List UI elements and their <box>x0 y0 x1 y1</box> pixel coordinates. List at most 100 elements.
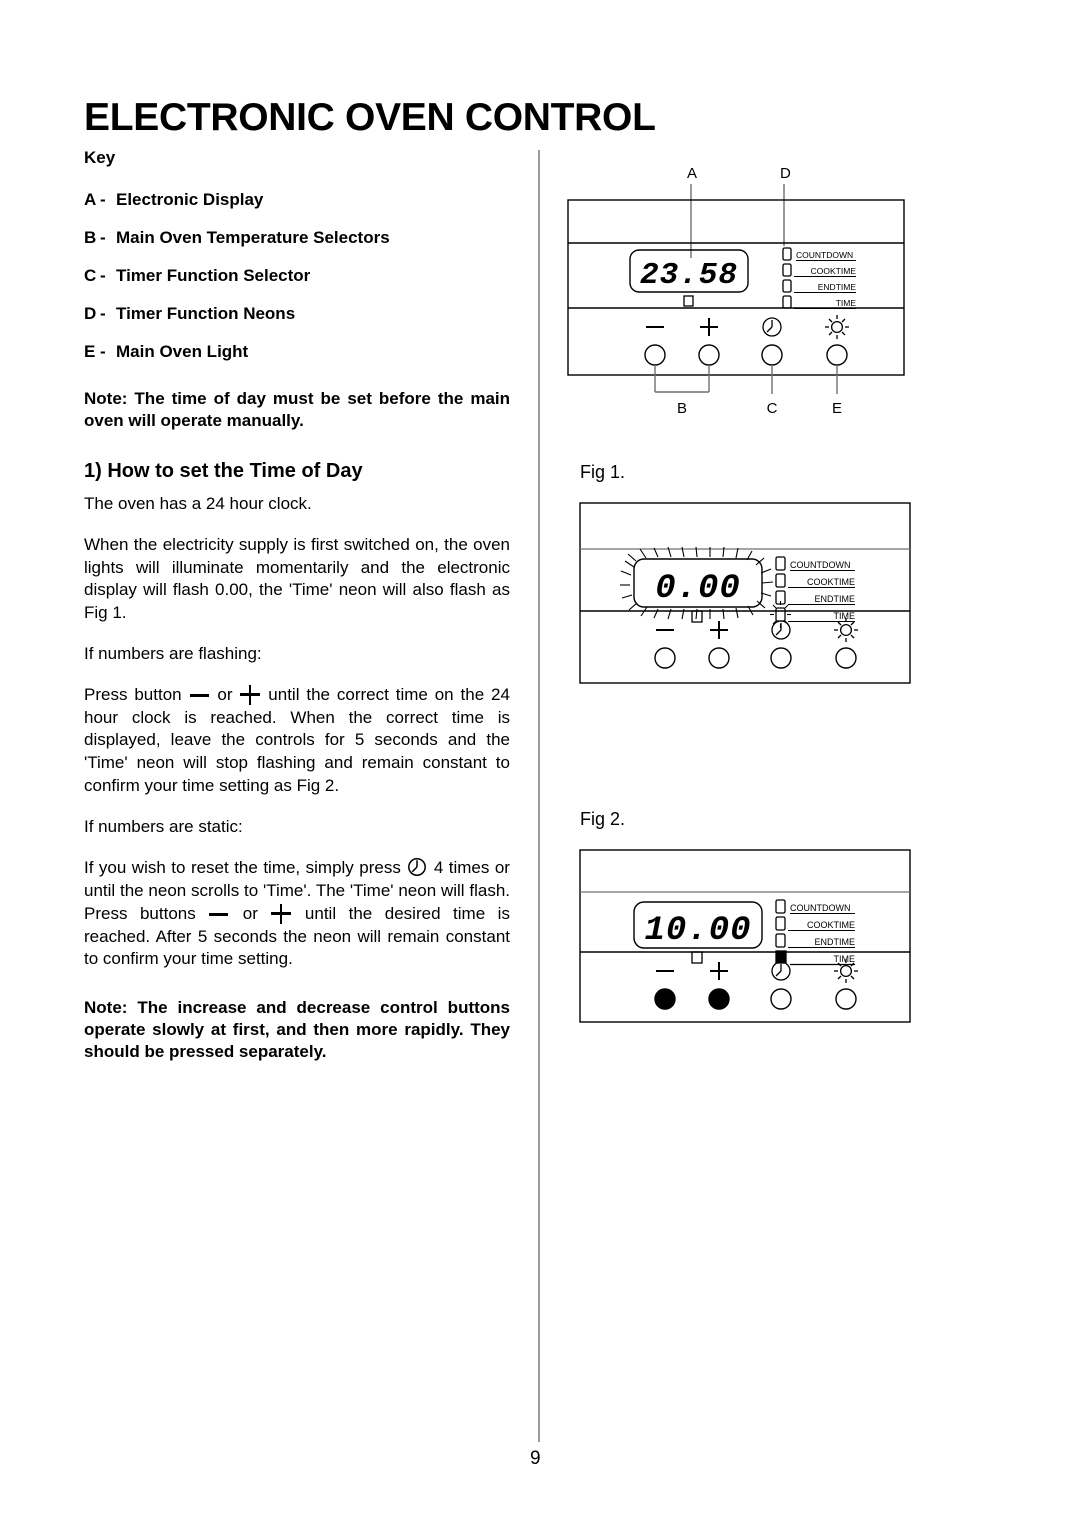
button-plus-pressed <box>708 988 730 1010</box>
neon-box-countdown <box>775 556 786 571</box>
figure-key-diagram: A D 23.58 COUNTDOWN COOKTIME ENDTIME TIM… <box>560 160 1060 430</box>
clock-icon <box>771 620 791 640</box>
neon-box-cooktime <box>775 916 786 931</box>
page-number: 9 <box>530 1448 541 1469</box>
key-label-d: Timer Function Neons <box>116 304 296 323</box>
plus-icon <box>239 685 261 706</box>
neon-label-endtime: ENDTIME <box>818 282 857 292</box>
page-title: ELECTRONIC OVEN CONTROL <box>84 96 656 139</box>
figure-1: 0.00 COUNTDOWN COOKTIME ENDTIME TIME <box>578 501 1060 691</box>
neon-label-countdown: COUNTDOWN <box>790 560 851 570</box>
minus-icon-2 <box>208 907 230 921</box>
callout-label-b: B <box>677 400 687 417</box>
key-diagram-svg: A D 23.58 COUNTDOWN COOKTIME ENDTIME TIM… <box>567 165 905 417</box>
key-dash-e: - <box>100 342 106 361</box>
figure-1-caption: Fig 1. <box>580 462 626 482</box>
flashing-text-or: or <box>217 684 233 704</box>
button-plus <box>708 647 730 669</box>
flashing-text-a: Press button <box>84 684 182 704</box>
neon-box-time-active <box>775 950 787 964</box>
button-minus <box>644 344 666 366</box>
key-item-b: B - Main Oven Temperature Selectors <box>84 228 510 248</box>
display-under-neon <box>691 951 703 964</box>
button-minus-pressed <box>654 988 676 1010</box>
callout-label-e: E <box>832 400 842 417</box>
button-timer <box>770 988 792 1010</box>
key-label-c: Timer Function Selector <box>116 266 311 285</box>
key-dash-b: - <box>100 228 106 247</box>
paragraph-numbers-static: If you wish to reset the time, simply pr… <box>84 856 510 971</box>
display-value: 23.58 <box>640 258 738 293</box>
neon-box-countdown <box>775 899 786 914</box>
figure-2-caption: Fig 2. <box>580 809 626 829</box>
key-dash-a: - <box>100 190 106 209</box>
button-plus <box>698 344 720 366</box>
static-text-or: or <box>242 903 258 923</box>
key-letter-d: D <box>84 304 97 323</box>
left-column: Key A - Electronic Display B - Main Oven Tem… <box>84 148 510 1063</box>
neon-label-countdown: COUNTDOWN <box>790 903 851 913</box>
button-light <box>835 988 857 1010</box>
neon-label-time: TIME <box>834 954 856 964</box>
figure-1-svg: 0.00 COUNTDOWN COOKTIME ENDTIME TIME <box>579 502 911 684</box>
key-heading: Key <box>84 148 116 167</box>
display-under-neon <box>683 295 694 307</box>
neon-box-cooktime <box>775 573 786 588</box>
callout-label-a: A <box>687 165 697 182</box>
figure-2: 10.00 COUNTDOWN COOKTIME ENDTIME TIME <box>578 848 1060 1028</box>
button-minus <box>654 647 676 669</box>
button-light <box>835 647 857 669</box>
key-dash-d: - <box>100 304 106 323</box>
button-timer <box>761 344 783 366</box>
callout-label-d: D <box>780 165 791 182</box>
key-item-a: A - Electronic Display <box>84 190 510 210</box>
light-icon <box>825 315 849 339</box>
neon-label-time: TIME <box>836 298 857 308</box>
clock-icon <box>406 856 428 878</box>
page: ELECTRONIC OVEN CONTROL Key A - Electronic… <box>0 0 1080 1528</box>
column-divider <box>538 150 540 1442</box>
neon-label-cooktime: COOKTIME <box>807 577 855 587</box>
key-letter-a: A <box>84 190 97 209</box>
minus-icon <box>189 688 211 702</box>
paragraph-first-switch-on: When the electricity supply is first swi… <box>84 534 510 623</box>
clock-icon <box>771 961 791 981</box>
key-item-e: E - Main Oven Light <box>84 342 510 362</box>
callout-label-c: C <box>767 400 778 417</box>
static-press-count: 4 <box>433 858 444 878</box>
paragraph-clock-type: The oven has a 24 hour clock. <box>84 494 312 514</box>
neon-label-countdown: COUNTDOWN <box>796 250 853 260</box>
key-item-c: C - Timer Function Selector <box>84 266 510 286</box>
key-letter-b: B <box>84 228 97 247</box>
neon-box-time <box>782 295 792 309</box>
subheading-numbers-flashing: If numbers are flashing: <box>84 644 262 664</box>
section-heading-set-time: 1) How to set the Time of Day <box>84 460 363 483</box>
key-label-e: Main Oven Light <box>116 342 249 361</box>
note-control-buttons: Note: The increase and decrease control … <box>84 998 510 1062</box>
paragraph-numbers-flashing: Press button or until the correct time o… <box>84 684 510 798</box>
neon-label-cooktime: COOKTIME <box>807 920 855 930</box>
neon-label-endtime: ENDTIME <box>815 937 856 947</box>
subheading-numbers-static: If numbers are static: <box>84 816 243 836</box>
key-dash-c: - <box>100 266 106 285</box>
key-label-a: Electronic Display <box>116 190 264 209</box>
right-column: A D 23.58 COUNTDOWN COOKTIME ENDTIME TIM… <box>560 160 1060 1028</box>
button-timer <box>770 647 792 669</box>
key-item-d: D - Timer Function Neons <box>84 304 510 324</box>
key-letter-e: E <box>84 342 96 361</box>
neon-label-cooktime: COOKTIME <box>811 266 857 276</box>
note-time-of-day: Note: The time of day must be set before… <box>84 389 510 431</box>
static-text-a: If you wish to reset the time, simply pr… <box>84 858 401 878</box>
figure-2-svg: 10.00 COUNTDOWN COOKTIME ENDTIME TIME <box>579 849 911 1023</box>
display-value: 10.00 <box>644 912 751 950</box>
key-label-b: Main Oven Temperature Selectors <box>116 228 390 247</box>
button-light <box>826 344 848 366</box>
neon-box-cooktime <box>782 263 792 277</box>
plus-icon-2 <box>270 904 292 925</box>
neon-label-time: TIME <box>834 611 856 621</box>
neon-label-endtime: ENDTIME <box>815 594 856 604</box>
neon-box-endtime <box>775 933 786 948</box>
display-value: 0.00 <box>655 570 741 608</box>
panel-outline <box>579 502 911 684</box>
neon-box-countdown <box>782 247 792 261</box>
